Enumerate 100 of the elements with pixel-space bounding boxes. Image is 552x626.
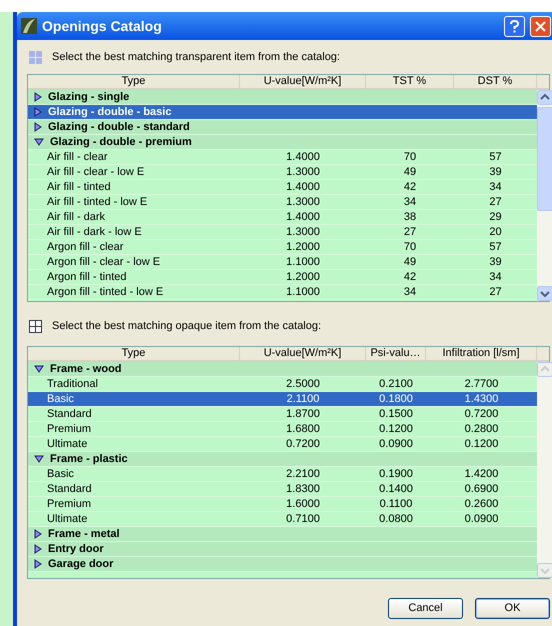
group-row[interactable]: Glazing - double - basic [28,105,537,120]
app-logo-icon [21,18,37,34]
table-cell-text: 1.6000 [286,496,320,512]
catalog-row[interactable]: Air fill - clear 1.4000 70 57 [28,150,537,165]
catalog-row[interactable]: Basic 2.2100 0.1900 1.4200 [28,467,537,482]
expanded-triangle-icon[interactable] [34,455,44,463]
table-cell-text: 38 [404,210,416,225]
question-mark-icon [510,20,519,32]
table-cell-text: 27 [404,224,416,240]
column-header[interactable]: Type [28,75,240,88]
scroll-down-icon[interactable] [537,286,552,301]
scrollbar[interactable] [537,90,552,301]
table-cell-text: 2.7700 [464,376,498,392]
catalog-row[interactable]: Basic 2.1100 0.1800 1.4300 [28,392,537,407]
table-cell-text: 0.1100 [380,496,412,512]
help-button[interactable] [504,16,525,36]
table-cell-text: 42 [404,270,416,285]
table-cell-text: 0.1200 [379,422,413,437]
group-label: Frame - plastic [50,452,128,467]
table-cell-text: 57 [489,240,502,255]
column-header[interactable]: Infiltration [l/sm] [426,347,537,360]
table-cell-text: 1.4000 [286,180,320,195]
catalog-row[interactable]: Standard 1.8300 0.1400 0.6900 [28,482,537,497]
scroll-thumb[interactable] [537,107,552,211]
table-cell-text: 29 [489,210,502,225]
table-cell: Ultimate [47,512,88,525]
table-cell-text: 1.2000 [286,240,320,255]
table-cell-text: 70 [404,150,416,165]
group-label: Entry door [48,542,104,557]
table-cell-text: 27 [489,284,502,300]
group-row[interactable]: Frame - metal [28,527,537,542]
table-cell-text: 1.6800 [286,422,320,437]
group-row[interactable]: Frame - wood [28,362,537,377]
table-cell-text: 0.7200 [286,436,320,452]
table-cell-text: 1.2000 [286,270,320,285]
table-cell: Argon fill - tinted [47,270,126,283]
table-cell-text: 57 [489,150,502,165]
table-cell-text: 49 [404,164,416,180]
frame-grid-icon [29,320,42,332]
group-row[interactable]: Frame - plastic [28,452,537,467]
expanded-triangle-icon[interactable] [34,138,44,146]
group-row[interactable]: Entry door [28,542,537,557]
column-header[interactable]: Psi-valu… [366,347,426,360]
table-cell: Traditional [47,378,98,390]
table-cell-text: 1.3000 [286,194,320,210]
catalog-row[interactable]: Air fill - clear - low E 1.3000 49 39 [28,165,537,180]
table-cell-text: 1.1000 [286,254,320,270]
table-cell-text: 1.8700 [286,406,320,422]
catalog-row[interactable]: Argon fill - tinted - low E 1.1000 34 27 [28,285,537,300]
catalog-row[interactable]: Argon fill - clear - low E 1.1000 49 39 [28,255,537,270]
column-header[interactable]: Type [28,347,240,360]
column-header[interactable]: DST % [454,75,537,88]
catalog-row[interactable]: Premium 1.6000 0.1100 0.2600 [28,497,537,512]
transparent-prompt: Select the best matching transparent item from the catalog: [52,50,340,65]
table-cell: Air fill - tinted - low E [47,196,148,208]
table-cell-text: 0.0800 [379,512,413,527]
catalog-row[interactable]: Air fill - dark 1.4000 38 29 [28,210,537,225]
group-row[interactable]: Glazing - double - premium [28,135,537,150]
table-cell-text: 39 [489,164,502,180]
table-cell: Standard [47,408,92,420]
ok-button[interactable]: OK [475,598,550,619]
group-row[interactable]: Garage door [28,557,537,572]
table-cell-text: 1.1000 [286,284,320,300]
table-cell-text: 0.0900 [464,512,498,527]
table-cell-text: 42 [404,180,416,195]
table-cell: Argon fill - tinted - low E [47,286,164,298]
table-cell-text: 0.1200 [464,436,498,452]
table-cell: Argon fill - clear [47,240,124,253]
table-cell-text: 0.6900 [464,482,498,497]
catalog-row[interactable]: Argon fill - tinted 1.2000 42 34 [28,270,537,285]
column-header[interactable]: TST % [366,75,454,88]
table-cell-text: 34 [404,284,416,300]
catalog-row[interactable]: Premium 1.6800 0.1200 0.2800 [28,422,537,437]
expanded-triangle-icon[interactable] [34,365,44,373]
table-cell-text: 34 [489,180,502,195]
group-label: Glazing - double - basic [48,104,172,120]
table-cell-text: 0.2800 [464,422,498,437]
close-button[interactable] [530,16,551,36]
group-row[interactable]: Glazing - single [28,90,537,105]
window-title: Openings Catalog [42,16,163,36]
scroll-up-icon[interactable] [537,90,552,105]
group-label: Frame - wood [50,362,122,377]
table-cell: Air fill - clear - low E [47,166,144,178]
catalog-row[interactable]: Air fill - tinted 1.4000 42 34 [28,180,537,195]
cancel-button[interactable]: Cancel [388,598,463,619]
table-cell-text: 49 [404,254,416,270]
group-row[interactable]: Glazing - double - standard [28,120,537,135]
catalog-row[interactable]: Standard 1.8700 0.1500 0.7200 [28,407,537,422]
table-cell: Ultimate [47,438,88,450]
table-cell-text: 0.1400 [379,482,413,497]
table-cell-text: 1.3000 [286,164,320,180]
table-cell: Air fill - dark [47,210,106,223]
table-cell-text: 27 [489,194,502,210]
catalog-row[interactable]: Argon fill - clear 1.2000 70 57 [28,240,537,255]
catalog-row[interactable]: Air fill - dark - low E 1.3000 27 20 [28,225,537,240]
catalog-row[interactable]: Air fill - tinted - low E 1.3000 34 27 [28,195,537,210]
table-cell: Argon fill - clear - low E [47,256,160,268]
column-header[interactable]: U-value[W/m²K] [240,347,366,360]
column-header[interactable]: U-value[W/m²K] [240,75,366,88]
table-cell-text: 1.4300 [464,392,498,407]
